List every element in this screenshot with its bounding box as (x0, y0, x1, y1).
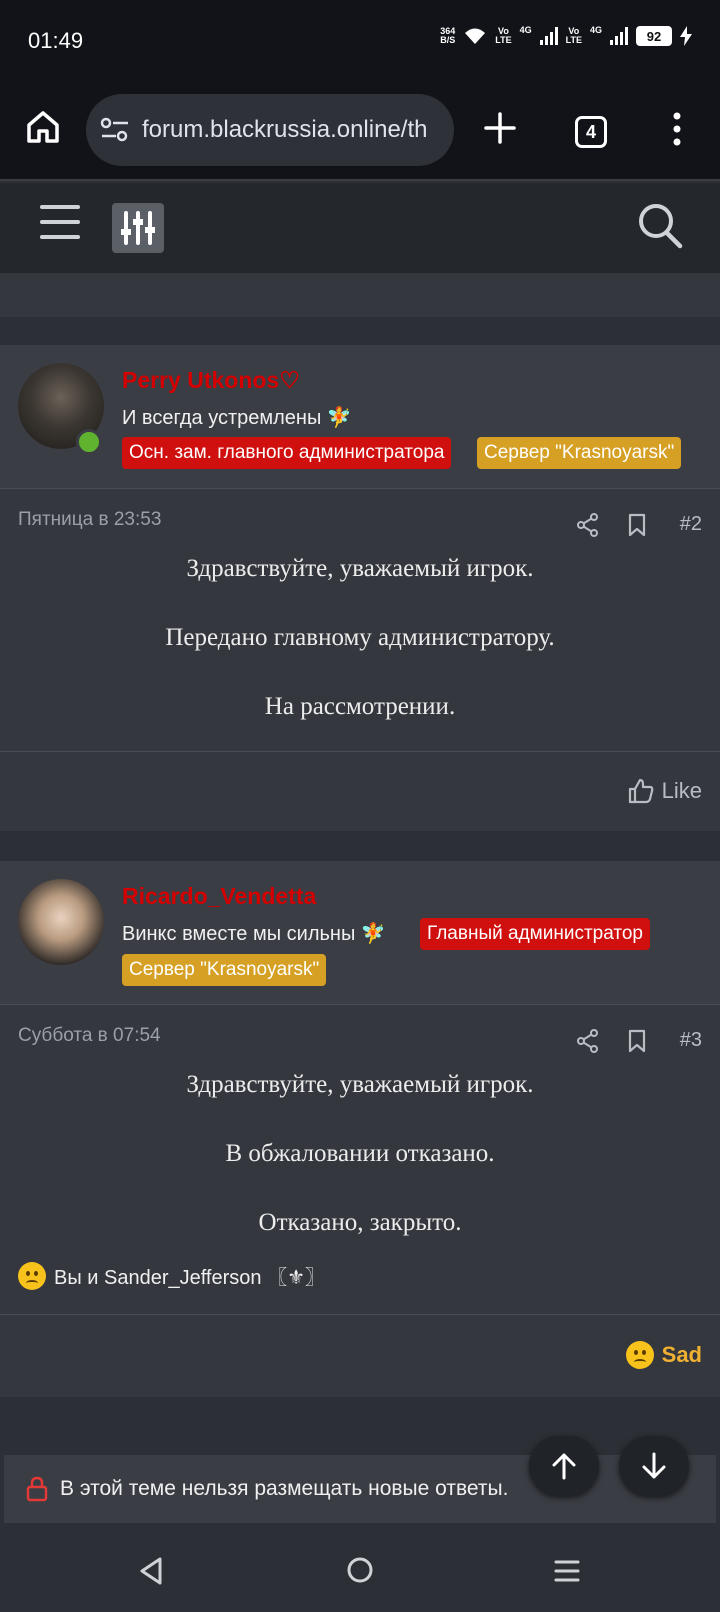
net-speed-unit: B/S (440, 35, 456, 45)
volte-2: Vo LTE (566, 27, 582, 45)
clock: 01:49 (28, 28, 84, 53)
thread-locked-notice: В этой теме нельзя размещать новые ответ… (4, 1455, 716, 1523)
more-menu-icon[interactable] (672, 112, 682, 146)
username[interactable]: Perry Utkonos♡ (122, 367, 300, 394)
volte-1: Vo LTE (495, 27, 511, 45)
user-title: Винкс вместе мы сильны 🧚 (122, 923, 386, 945)
home-icon[interactable] (26, 110, 60, 144)
scroll-bottom-button[interactable] (619, 1436, 689, 1496)
bookmark-icon[interactable] (628, 1029, 646, 1053)
post-footer: Sad (0, 1314, 720, 1397)
avatar[interactable] (18, 879, 104, 965)
volte-2-bottom: LTE (565, 35, 582, 45)
battery-icon: 92 (636, 26, 672, 46)
role-badge: Главный администратор (420, 918, 650, 950)
like-button[interactable]: Like (628, 778, 702, 804)
message-line: На рассмотрении. (264, 693, 456, 720)
wifi-icon (465, 28, 486, 44)
site-settings-icon[interactable] (100, 117, 130, 143)
bookmark-icon[interactable] (628, 513, 646, 537)
reactions-summary[interactable]: Вы и Sander_Jefferson 〖⚜〗 (18, 1261, 325, 1290)
post-date[interactable]: Суббота в 07:54 (18, 1025, 161, 1047)
lock-icon (26, 1476, 48, 1502)
online-status-icon (76, 429, 102, 455)
post-3: Ricardo_Vendetta Винкс вместе мы сильны … (0, 861, 720, 1397)
net-type-2: 4G (589, 25, 602, 35)
username[interactable]: Ricardo_Vendetta (122, 883, 316, 910)
post-date[interactable]: Пятница в 23:53 (18, 509, 161, 531)
post-3-header: Ricardo_Vendetta Винкс вместе мы сильны … (0, 861, 720, 1005)
sad-label: Sad (661, 1342, 702, 1367)
message-line: Отказано, закрыто. (258, 1209, 462, 1236)
post-number[interactable]: #2 (680, 513, 702, 536)
back-icon[interactable] (138, 1556, 164, 1586)
previous-post-tail (0, 273, 720, 317)
arrow-down-icon (642, 1452, 666, 1479)
tab-switcher-button[interactable]: 4 (575, 116, 607, 148)
server-badge: Сервер "Krasnoyarsk" (477, 437, 682, 469)
arrow-up-icon (552, 1453, 576, 1480)
sad-emoji-icon (18, 1261, 46, 1290)
role-badge: Осн. зам. главного администратора (122, 437, 452, 469)
post-footer: Like (0, 751, 720, 831)
signal-2-icon (610, 27, 628, 45)
address-bar[interactable]: forum.blackrussia.online/th (86, 94, 454, 166)
volte-1-bottom: LTE (495, 35, 512, 45)
new-tab-icon[interactable] (484, 112, 516, 144)
server-badge: Сервер "Krasnoyarsk" (122, 954, 327, 986)
sliders-icon (121, 211, 155, 245)
reactions-text[interactable]: Вы и Sander_Jefferson 〖⚜〗 (54, 1261, 325, 1290)
signal-1-icon (539, 27, 558, 45)
browser-toolbar: forum.blackrussia.online/th 4 (0, 80, 720, 181)
net-type-1: 4G (519, 25, 532, 35)
message-line: Здравствуйте, уважаемый игрок. (186, 1071, 534, 1098)
message-line: Передано главному администратору. (165, 624, 555, 651)
sad-emoji-icon (625, 1341, 654, 1369)
system-nav-bar (0, 1528, 720, 1612)
post-2: Perry Utkonos♡ И всегда устремлены 🧚 Осн… (0, 345, 720, 831)
net-speed: 364 B/S (440, 27, 455, 45)
thumbs-up-icon (628, 778, 653, 804)
share-icon[interactable] (577, 513, 599, 537)
recents-icon[interactable] (554, 1558, 580, 1584)
share-icon[interactable] (577, 1029, 599, 1053)
home-nav-icon[interactable] (346, 1556, 374, 1584)
post-number[interactable]: #3 (680, 1029, 702, 1052)
status-bar: 01:49 364 B/S Vo LTE 4G Vo LTE 4G 92 (0, 0, 720, 80)
message-line: В обжаловании отказано. (225, 1140, 495, 1167)
user-title: И всегда устремлены 🧚 (122, 407, 352, 429)
message-line: Здравствуйте, уважаемый игрок. (186, 555, 534, 582)
sad-reaction-button[interactable]: Sad (625, 1341, 702, 1369)
charging-icon (680, 26, 692, 46)
like-label: Like (661, 778, 702, 803)
locked-text: В этой теме нельзя размещать новые ответ… (60, 1477, 509, 1500)
forum-navbar (0, 183, 720, 273)
url-text[interactable]: forum.blackrussia.online/th (142, 116, 438, 144)
menu-icon[interactable] (40, 205, 80, 241)
filter-button[interactable] (112, 203, 164, 253)
post-2-header: Perry Utkonos♡ И всегда устремлены 🧚 Осн… (0, 345, 720, 489)
search-icon[interactable] (636, 201, 684, 251)
scroll-top-button[interactable] (529, 1436, 599, 1496)
